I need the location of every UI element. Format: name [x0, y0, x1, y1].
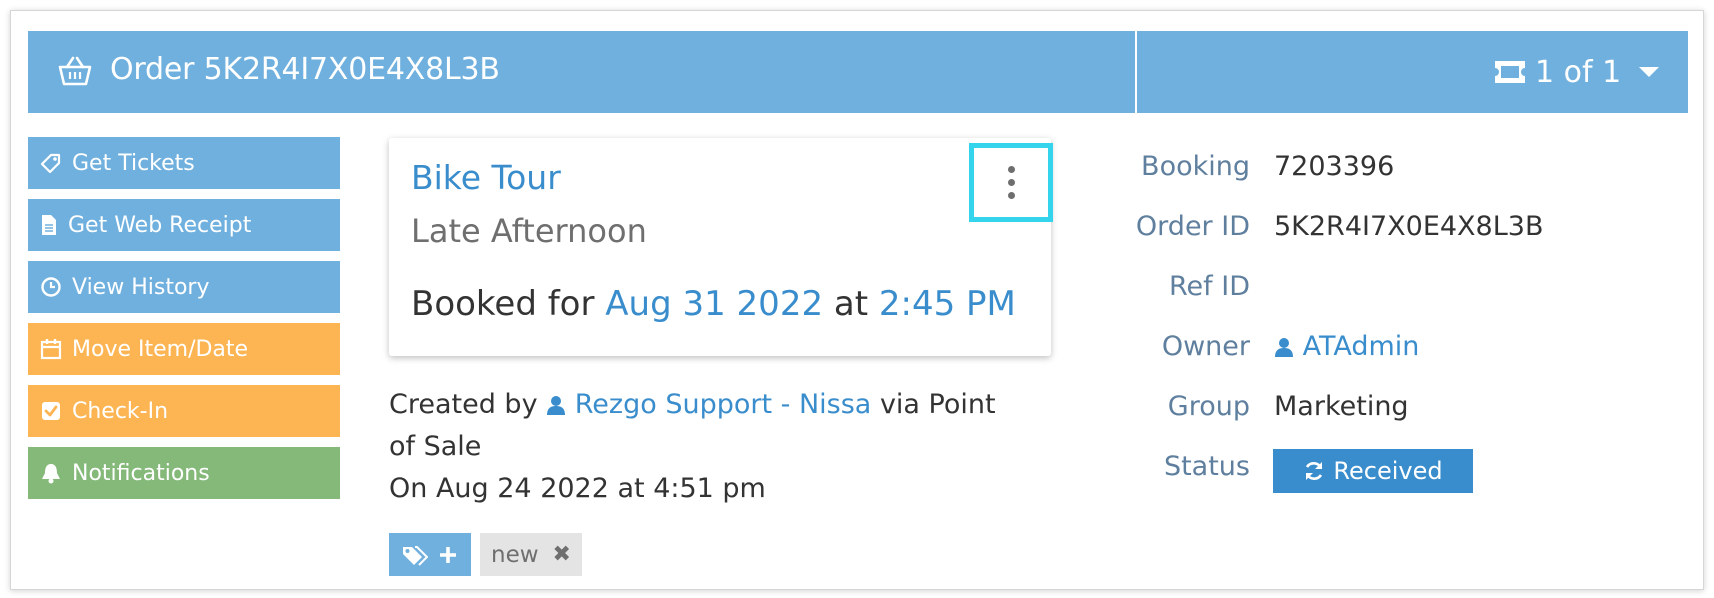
kebab-dot [1007, 166, 1015, 173]
calendar-icon [40, 339, 62, 360]
user-icon [1275, 338, 1293, 357]
basket-icon [58, 56, 92, 86]
clock-icon [41, 277, 61, 297]
booked-date-link[interactable]: Aug 31 2022 [605, 284, 823, 324]
get-tickets-label: Get Tickets [72, 150, 195, 176]
more-options-button[interactable] [969, 143, 1053, 222]
bell-icon [42, 464, 60, 484]
owner-value: ATAdmin [1302, 331, 1420, 362]
owner-label: Owner [1161, 331, 1250, 362]
ref-id-label: Ref ID [1169, 271, 1250, 302]
order-id-value: 5K2R4I7X0E4X8L3B [1274, 211, 1544, 242]
ticket-icon [1495, 61, 1525, 83]
created-date: On Aug 24 2022 at 4:51 pm [389, 473, 766, 504]
tag-label: new [491, 541, 539, 568]
booked-time-link[interactable]: 2:45 PM [879, 284, 1016, 324]
refresh-icon [1306, 462, 1323, 480]
kebab-dot [1007, 192, 1015, 199]
order-id-label: Order ID [1135, 211, 1250, 242]
add-tag-button[interactable] [389, 533, 471, 576]
created-by-user-link[interactable]: Rezgo Support - Nissa [575, 389, 872, 420]
booked-for-line: Booked for Aug 31 2022 at 2:45 PM [411, 284, 1016, 324]
move-item-date-label: Move Item/Date [72, 336, 249, 362]
kebab-dot [1007, 179, 1015, 186]
get-tickets-button[interactable]: Get Tickets [28, 137, 340, 189]
get-web-receipt-label: Get Web Receipt [68, 212, 252, 238]
item-title[interactable]: Bike Tour [411, 158, 561, 197]
pager-count: 1 of 1 [1535, 54, 1622, 90]
status-label: Status [1163, 451, 1250, 482]
view-history-button[interactable]: View History [28, 261, 340, 313]
created-info: Created by Rezgo Support - Nissa via Poi… [389, 384, 1029, 510]
booked-at: at [833, 284, 869, 324]
order-title: Order 5K2R4I7X0E4X8L3B [110, 52, 500, 87]
owner-link[interactable]: ATAdmin [1274, 331, 1419, 362]
header-divider [1135, 31, 1137, 113]
group-value: Marketing [1274, 391, 1409, 422]
user-icon [547, 396, 566, 415]
check-in-label: Check-In [72, 398, 169, 424]
status-value: Received [1333, 457, 1443, 485]
view-history-label: View History [72, 274, 210, 300]
plus-icon [440, 546, 456, 563]
file-icon [42, 215, 56, 235]
ticket-icon [40, 153, 61, 174]
get-web-receipt-button[interactable]: Get Web Receipt [28, 199, 340, 251]
group-label: Group [1167, 391, 1250, 422]
item-option: Late Afternoon [411, 212, 647, 250]
tag-chip: new ✖ [480, 533, 582, 576]
check-in-button[interactable]: Check-In [28, 385, 340, 437]
tags-icon [403, 545, 428, 566]
remove-tag-icon[interactable]: ✖ [553, 542, 571, 567]
check-square-icon [42, 402, 60, 420]
booked-prefix: Booked for [411, 284, 595, 324]
notifications-button[interactable]: Notifications [28, 447, 340, 499]
chevron-down-icon[interactable] [1639, 67, 1660, 77]
booking-label: Booking [1141, 151, 1250, 182]
status-badge[interactable]: Received [1273, 449, 1473, 493]
order-pager[interactable]: 1 of 1 [1493, 52, 1660, 92]
booking-value: 7203396 [1274, 151, 1395, 182]
created-prefix: Created by [389, 389, 538, 420]
notifications-label: Notifications [72, 460, 210, 486]
booking-card: Bike Tour Late Afternoon Booked for Aug … [389, 138, 1051, 356]
move-item-date-button[interactable]: Move Item/Date [28, 323, 340, 375]
